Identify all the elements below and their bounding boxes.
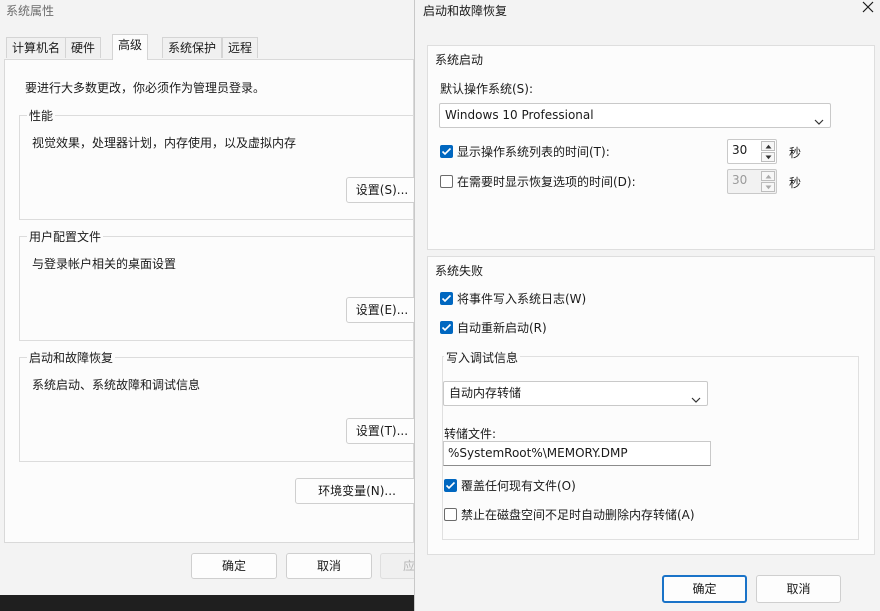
seconds-unit-label: 秒 [789,146,802,160]
group-title: 启动和故障恢复 [27,349,116,366]
checkbox-label: 自动重新启动(R) [457,321,547,335]
dump-type-select[interactable]: 自动内存转储 [443,381,708,406]
tab-computer-name[interactable]: 计算机名 [6,37,67,58]
chevron-down-icon [691,389,701,403]
admin-notice: 要进行大多数更改，你必须作为管理员登录。 [25,81,266,95]
debug-info-title: 写入调试信息 [444,349,521,366]
checkbox-label: 覆盖任何现有文件(O) [461,479,576,493]
default-os-select[interactable]: Windows 10 Professional [439,103,831,128]
checkmark-icon [440,321,453,334]
group-description: 视觉效果，处理器计划，内存使用，以及虚拟内存 [32,136,297,150]
performance-group: 性能 视觉效果，处理器计划，内存使用，以及虚拟内存 [19,107,419,220]
os-list-time-spinner[interactable]: 30 [727,139,777,164]
system-properties-dialog: 系统属性 计算机名 硬件 高级 系统保护 远程 要进行大多数更改，你必须作为管理… [0,0,420,595]
group-title: 系统启动 [435,53,484,67]
checkmark-icon [440,292,453,305]
tab-remote[interactable]: 远程 [222,37,259,58]
startup-recovery-dialog: 启动和故障恢复 系统启动 默认操作系统(S): Windows 10 Profe… [414,0,880,611]
cancel-button[interactable]: 取消 [286,553,372,579]
spinner-value: 30 [732,143,748,157]
tab-advanced[interactable]: 高级 [112,34,149,60]
performance-settings-button[interactable]: 设置(S)... [346,177,418,203]
dialog-title: 启动和故障恢复 [423,4,508,18]
user-profiles-settings-button[interactable]: 设置(E)... [346,297,418,323]
default-os-value: Windows 10 Professional [445,108,594,122]
tab-system-protection[interactable]: 系统保护 [162,37,223,58]
dump-type-value: 自动内存转储 [449,386,522,400]
spin-up-arrow-icon [761,171,775,181]
recovery-time-spinner: 30 [727,169,777,194]
group-title: 系统失败 [435,264,484,278]
spin-up-arrow-icon[interactable] [761,141,775,151]
spin-down-arrow-icon [761,182,775,192]
group-description: 系统启动、系统故障和调试信息 [32,378,201,392]
seconds-unit-label: 秒 [789,176,802,190]
user-profiles-group: 用户配置文件 与登录帐户相关的桌面设置 [19,228,419,341]
checkbox-label: 显示操作系统列表的时间(T): [457,145,610,159]
checkbox-label: 禁止在磁盘空间不足时自动删除内存转储(A) [461,508,695,522]
checkmark-icon [440,145,453,158]
cancel-button[interactable]: 取消 [756,575,841,603]
tab-hardware[interactable]: 硬件 [65,37,102,58]
dump-file-input[interactable]: %SystemRoot%\MEMORY.DMP [443,441,711,466]
ok-button[interactable]: 确定 [191,553,277,579]
group-title: 性能 [27,107,56,124]
default-os-label: 默认操作系统(S): [440,82,534,96]
group-description: 与登录帐户相关的桌面设置 [32,257,177,271]
checkbox-box [440,175,453,188]
spinner-value: 30 [732,173,748,187]
checkbox-label: 将事件写入系统日志(W) [457,292,587,306]
checkbox-label: 在需要时显示恢复选项的时间(D): [457,175,636,189]
spin-down-arrow-icon[interactable] [761,152,775,162]
checkbox-box [444,508,457,521]
startup-recovery-settings-button[interactable]: 设置(T)... [346,418,418,444]
group-title: 用户配置文件 [27,228,104,245]
ok-button[interactable]: 确定 [662,575,747,603]
environment-variables-button[interactable]: 环境变量(N)... [295,478,419,504]
checkmark-icon [444,479,457,492]
dump-file-label: 转储文件: [444,427,497,441]
close-icon[interactable] [860,0,876,15]
dialog-title: 系统属性 [6,4,55,18]
chevron-down-icon [814,111,824,125]
startup-recovery-group: 启动和故障恢复 系统启动、系统故障和调试信息 [19,349,419,462]
